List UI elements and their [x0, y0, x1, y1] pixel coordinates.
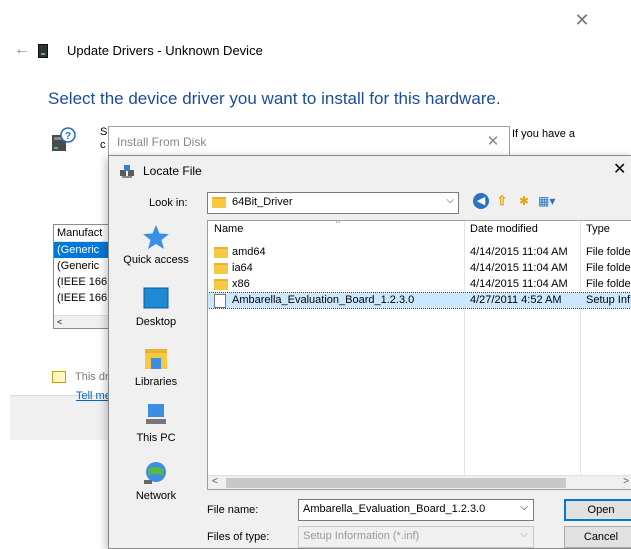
list-item[interactable]: (Generic [54, 258, 111, 274]
place-libraries[interactable]: Libraries [115, 346, 197, 388]
file-row-amd64[interactable]: amd64 4/14/2015 11:04 AM File folde [208, 245, 631, 260]
locate-file-dialog: Locate File ✕ Look in: 64Bit_Driver ⌵ ◀ … [108, 155, 631, 549]
file-name-combobox[interactable]: Ambarella_Evaluation_Board_1.2.3.0 ⌵ [298, 499, 534, 521]
locate-file-icon [120, 165, 134, 178]
file-date: 4/14/2015 11:04 AM [470, 246, 568, 258]
scroll-thumb[interactable] [226, 478, 566, 488]
list-item[interactable]: (IEEE 166 [54, 290, 111, 306]
list-item[interactable]: (IEEE 166 [54, 274, 111, 290]
folder-icon [214, 247, 228, 258]
inf-file-icon [214, 294, 226, 308]
computer-icon [146, 404, 166, 424]
files-of-type-select[interactable]: Setup Information (*.inf) ⌵ [298, 526, 534, 548]
place-label: Desktop [135, 316, 177, 328]
install-from-disk-title: Install From Disk [117, 135, 207, 149]
tell-me-link[interactable]: Tell me [76, 390, 111, 402]
sort-ascending-icon: ^ [336, 220, 341, 228]
network-icon [144, 462, 166, 484]
place-network[interactable]: Network [115, 460, 197, 502]
column-header-type[interactable]: Type [586, 223, 610, 235]
file-name: ia64 [232, 262, 253, 274]
cancel-button[interactable]: Cancel [564, 526, 631, 548]
wizard-description-fragment-2: c [100, 139, 106, 151]
locate-file-close-button[interactable]: ✕ [613, 161, 629, 179]
file-name-value: Ambarella_Evaluation_Board_1.2.3.0 [303, 503, 486, 515]
wizard-back-button[interactable]: ← [14, 41, 32, 59]
column-header-date[interactable]: Date modified [470, 223, 538, 235]
up-folder-icon[interactable]: ⇧ [494, 193, 510, 209]
manufacturer-list-header: Manufact [54, 225, 111, 242]
libraries-icon [145, 349, 167, 369]
file-row-x86[interactable]: x86 4/14/2015 11:04 AM File folde [208, 277, 631, 292]
column-header-name[interactable]: Name [214, 223, 243, 235]
folder-icon [214, 263, 228, 274]
chevron-down-icon[interactable]: ⌵ [520, 502, 528, 513]
place-quick-access[interactable]: Quick access [115, 224, 197, 266]
look-in-value: 64Bit_Driver [232, 196, 293, 208]
back-arrow-icon[interactable]: ◀ [473, 193, 489, 209]
place-label: Libraries [134, 376, 178, 388]
list-item[interactable]: (Generic [54, 242, 111, 258]
scroll-right-icon[interactable]: > [623, 476, 629, 487]
new-folder-icon[interactable]: ✱ [515, 193, 533, 209]
folder-icon [212, 197, 226, 208]
file-type: File folde [586, 278, 631, 290]
file-type: Setup Inf [586, 294, 631, 306]
locate-file-title: Locate File [143, 164, 202, 178]
file-date: 4/14/2015 11:04 AM [470, 278, 568, 290]
place-label: Quick access [123, 254, 189, 266]
file-name-label: File name: [207, 504, 259, 516]
wizard-title: Update Drivers - Unknown Device [67, 43, 263, 58]
file-date: 4/27/2011 4:52 AM [470, 294, 562, 306]
desktop-icon [143, 287, 169, 309]
file-name: x86 [232, 278, 250, 290]
list-scrollbar[interactable]: < [54, 315, 111, 328]
scroll-left-icon[interactable]: < [212, 476, 218, 487]
place-this-pc[interactable]: This PC [115, 402, 197, 444]
place-label: Network [135, 490, 177, 502]
file-row-ia64[interactable]: ia64 4/14/2015 11:04 AM File folde [208, 261, 631, 276]
hardware-question-icon: ? [52, 127, 76, 151]
driver-signed-text: This dr [75, 371, 109, 383]
wizard-close-button[interactable]: ✕ [572, 10, 592, 30]
file-type: File folde [586, 262, 631, 274]
device-icon [38, 44, 48, 58]
file-list-hscrollbar[interactable]: < > [208, 475, 631, 489]
open-button[interactable]: Open [564, 499, 631, 521]
look-in-dropdown[interactable]: 64Bit_Driver ⌵ [207, 192, 459, 214]
place-desktop[interactable]: Desktop [115, 286, 197, 328]
look-in-label: Look in: [149, 197, 188, 209]
svg-text:?: ? [65, 131, 71, 142]
place-label: This PC [136, 432, 176, 444]
files-of-type-label: Files of type: [207, 531, 270, 543]
view-menu-icon[interactable]: ▦▾ [538, 193, 560, 209]
certificate-icon [52, 371, 66, 383]
file-name: Ambarella_Evaluation_Board_1.2.3.0 [232, 294, 415, 306]
wizard-description-fragment: S [100, 126, 108, 138]
chevron-down-icon: ⌵ [520, 529, 528, 540]
files-of-type-value: Setup Information (*.inf) [303, 530, 420, 542]
wizard-description-right: If you have a [512, 128, 575, 140]
wizard-heading: Select the device driver you want to ins… [48, 89, 501, 108]
file-type: File folde [586, 246, 631, 258]
folder-icon [214, 279, 228, 290]
star-icon [143, 225, 169, 249]
file-date: 4/14/2015 11:04 AM [470, 262, 568, 274]
chevron-down-icon: ⌵ [446, 195, 454, 206]
file-row-ambarella[interactable]: Ambarella_Evaluation_Board_1.2.3.0 4/27/… [208, 292, 631, 309]
places-bar: Quick access Desktop Libraries This PC N… [115, 224, 197, 514]
file-name: amd64 [232, 246, 266, 258]
file-list[interactable]: Name ^ Date modified Type amd64 4/14/201… [207, 220, 631, 490]
manufacturer-list[interactable]: Manufact (Generic (Generic (IEEE 166 (IE… [53, 224, 112, 329]
install-from-disk-close-button[interactable]: ✕ [484, 133, 502, 151]
